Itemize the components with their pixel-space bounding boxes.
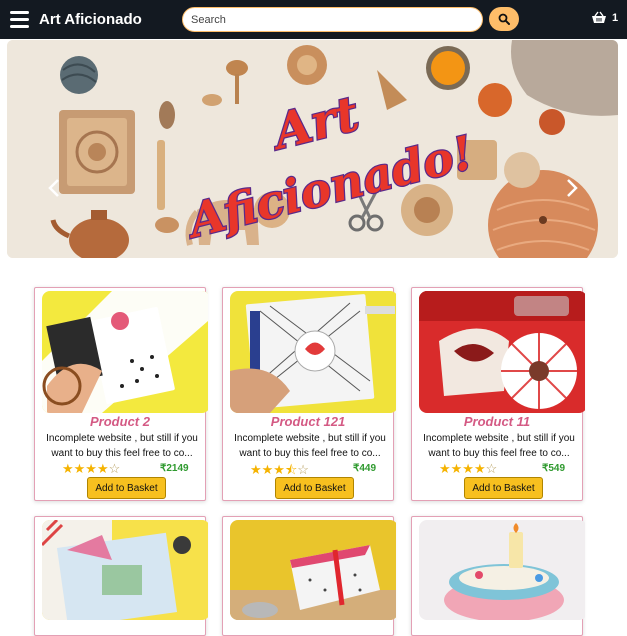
top-navbar: Art Aficionado 1 [0,0,627,39]
add-to-basket-button[interactable]: Add to Basket [275,477,354,499]
product-description: Incomplete website , but still if you wa… [234,433,386,459]
search-icon [498,13,510,25]
product-image[interactable] [419,291,587,413]
hero-carousel[interactable]: Art Aficionado! [7,40,618,258]
product-rating-stars: ★★★★☆ [62,461,121,476]
basket-icon [592,11,606,23]
product-title[interactable]: Product 11 [412,414,582,429]
product-image[interactable] [419,520,587,620]
search-button[interactable] [489,7,519,31]
hero-image [7,40,618,258]
product-card[interactable] [34,516,208,636]
chevron-left-icon[interactable] [47,178,61,198]
basket-count: 1 [612,11,619,24]
product-card[interactable]: Product 11 Incomplete website , but stil… [411,287,585,501]
brand-logo-text[interactable]: Art Aficionado [39,11,142,28]
hamburger-menu-icon[interactable] [10,11,29,29]
product-card[interactable] [222,516,396,636]
product-card[interactable]: Product 121 Incomplete website , but sti… [222,287,396,501]
product-price: ₹449 [353,463,377,474]
product-card[interactable] [411,516,585,636]
basket-link[interactable]: 1 [591,11,618,24]
product-price: ₹2149 [160,463,189,474]
product-image[interactable] [230,291,398,413]
product-image[interactable] [42,520,210,620]
search-input[interactable] [182,7,483,32]
product-image[interactable] [42,291,210,413]
product-description: Incomplete website , but still if you wa… [46,433,198,459]
product-image[interactable] [230,520,398,620]
add-to-basket-button[interactable]: Add to Basket [87,477,166,499]
chevron-right-icon[interactable] [565,178,579,198]
product-title[interactable]: Product 2 [35,414,205,429]
product-title[interactable]: Product 121 [223,414,393,429]
product-description: Incomplete website , but still if you wa… [423,433,575,459]
add-to-basket-button[interactable]: Add to Basket [464,477,543,499]
product-card[interactable]: Product 2 Incomplete website , but still… [34,287,208,501]
product-rating-stars: ★★★★☆ [439,461,498,476]
product-price: ₹549 [542,463,566,474]
